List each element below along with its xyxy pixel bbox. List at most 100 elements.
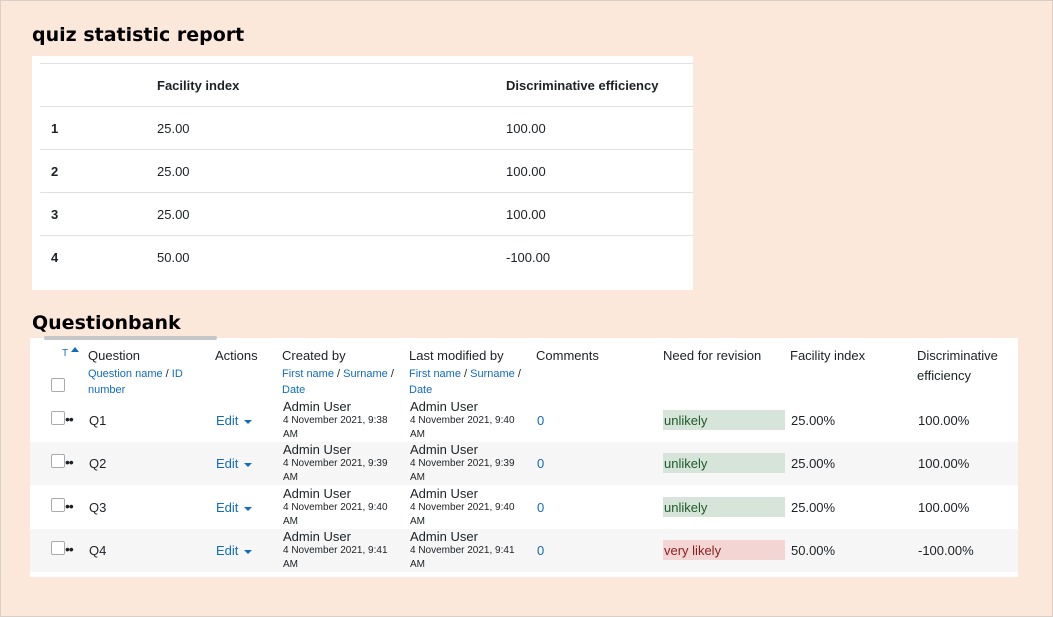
header-discriminative-efficiency-label: Discriminative efficiency	[917, 348, 998, 383]
statistic-header-row: Facility index Discriminative efficiency	[40, 63, 693, 107]
sort-question-name-link[interactable]: Question name	[88, 368, 163, 380]
statistic-cell-facility: 25.00	[146, 106, 495, 150]
sort-ascending-icon	[71, 347, 79, 352]
statistic-table: Facility index Discriminative efficiency…	[40, 63, 693, 278]
sort-created-first-name-link[interactable]: First name	[282, 368, 334, 380]
question-name: Q4	[89, 543, 107, 558]
edit-menu-button[interactable]: Edit	[216, 500, 253, 515]
question-row: •• Q2 Edit Admin User 4 November 2021, 9:…	[30, 442, 1018, 485]
discriminative-efficiency-value: -100.00%	[918, 543, 974, 558]
statistic-cell-discrim: -100.00	[495, 235, 693, 278]
created-by-user: Admin User	[283, 441, 351, 457]
statistic-cell-discrim: 100.00	[495, 106, 693, 150]
modified-date: 4 November 2021, 9:40 AM	[410, 414, 515, 440]
statistic-header-discrim: Discriminative efficiency	[495, 63, 693, 107]
header-created-by: Created by First name / Surname / Date	[282, 346, 400, 398]
header-facility-index: Facility index	[790, 346, 865, 366]
header-need-for-revision: Need for revision	[663, 346, 761, 366]
statistic-report-title: quiz statistic report	[32, 24, 245, 46]
header-comments-label: Comments	[536, 348, 599, 363]
statistic-header-facility: Facility index	[146, 63, 495, 107]
modified-by-user: Admin User	[410, 398, 478, 414]
header-comments: Comments	[536, 346, 599, 366]
modified-date: 4 November 2021, 9:40 AM	[410, 501, 515, 527]
statistic-cell-facility: 50.00	[146, 235, 495, 278]
header-last-modified-label: Last modified by	[409, 348, 504, 363]
question-type-icon: ••	[65, 454, 74, 470]
modified-by-user: Admin User	[410, 485, 478, 501]
header-question-label: Question	[88, 348, 141, 363]
questionbank-card: T Question Question name / ID number Act…	[30, 338, 1018, 577]
discriminative-efficiency-value: 100.00%	[918, 456, 970, 471]
question-row: •• Q4 Edit Admin User 4 November 2021, 9:…	[30, 529, 1018, 572]
modified-by-user: Admin User	[410, 441, 478, 457]
modified-date: 4 November 2021, 9:41 AM	[410, 544, 515, 570]
comments-count-link[interactable]: 0	[537, 413, 544, 428]
caret-down-icon	[244, 419, 253, 424]
sort-type-link[interactable]: T	[62, 348, 68, 359]
sort-created-date-link[interactable]: Date	[282, 384, 305, 396]
statistic-cell-facility: 25.00	[146, 192, 495, 236]
header-created-by-label: Created by	[282, 348, 346, 363]
created-by-user: Admin User	[283, 398, 351, 414]
statistic-cell-number: 2	[40, 149, 146, 193]
question-checkbox[interactable]	[51, 411, 65, 425]
facility-index-value: 25.00%	[791, 500, 836, 515]
discriminative-efficiency-value: 100.00%	[918, 413, 970, 428]
comments-count-link[interactable]: 0	[537, 500, 544, 515]
questionbank-header-row: T Question Question name / ID number Act…	[30, 338, 1018, 400]
tab-strip	[44, 336, 217, 340]
header-need-for-revision-label: Need for revision	[663, 348, 762, 363]
comments-count-link[interactable]: 0	[537, 456, 544, 471]
created-date: 4 November 2021, 9:38 AM	[283, 414, 388, 440]
sort-modified-first-name-link[interactable]: First name	[409, 368, 461, 380]
created-date: 4 November 2021, 9:40 AM	[283, 501, 388, 527]
question-type-icon: ••	[65, 411, 74, 427]
question-row: •• Q1 Edit Admin User 4 November 2021, 9:…	[30, 399, 1018, 442]
question-name: Q2	[89, 456, 107, 471]
caret-down-icon	[244, 506, 253, 511]
select-all-checkbox[interactable]	[51, 378, 65, 392]
statistic-row: 2 25.00 100.00	[40, 149, 693, 193]
revision-badge: very likely	[663, 540, 785, 560]
created-by-user: Admin User	[283, 485, 351, 501]
statistic-header-number	[40, 63, 146, 107]
questionbank-title: Questionbank	[32, 312, 181, 334]
edit-menu-button[interactable]: Edit	[216, 543, 253, 558]
question-type-icon: ••	[65, 541, 74, 557]
statistic-cell-number: 1	[40, 106, 146, 150]
question-type-icon: ••	[65, 498, 74, 514]
statistic-cell-discrim: 100.00	[495, 192, 693, 236]
revision-badge: unlikely	[663, 453, 785, 473]
revision-badge: unlikely	[663, 410, 785, 430]
caret-down-icon	[244, 462, 253, 467]
revision-badge: unlikely	[663, 497, 785, 517]
question-row: •• Q3 Edit Admin User 4 November 2021, 9:…	[30, 486, 1018, 529]
sort-modified-surname-link[interactable]: Surname	[470, 368, 515, 380]
edit-menu-button[interactable]: Edit	[216, 456, 253, 471]
sort-modified-date-link[interactable]: Date	[409, 384, 432, 396]
facility-index-value: 25.00%	[791, 456, 836, 471]
question-checkbox[interactable]	[51, 541, 65, 555]
header-actions-label: Actions	[215, 348, 258, 363]
statistic-cell-number: 4	[40, 235, 146, 278]
facility-index-value: 25.00%	[791, 413, 836, 428]
header-facility-index-label: Facility index	[790, 348, 866, 363]
edit-menu-button[interactable]: Edit	[216, 413, 253, 428]
question-name: Q1	[89, 413, 107, 428]
created-by-user: Admin User	[283, 528, 351, 544]
header-question: Question Question name / ID number	[88, 346, 208, 398]
question-checkbox[interactable]	[51, 454, 65, 468]
facility-index-value: 50.00%	[791, 543, 836, 558]
sort-created-surname-link[interactable]: Surname	[343, 368, 388, 380]
statistic-cell-discrim: 100.00	[495, 149, 693, 193]
caret-down-icon	[244, 549, 253, 554]
header-discriminative-efficiency: Discriminative efficiency	[917, 346, 1012, 386]
statistic-cell-facility: 25.00	[146, 149, 495, 193]
statistic-cell-number: 3	[40, 192, 146, 236]
statistic-row: 1 25.00 100.00	[40, 106, 693, 150]
modified-date: 4 November 2021, 9:39 AM	[410, 457, 515, 483]
comments-count-link[interactable]: 0	[537, 543, 544, 558]
statistic-report-card: Facility index Discriminative efficiency…	[32, 56, 693, 290]
question-checkbox[interactable]	[51, 498, 65, 512]
